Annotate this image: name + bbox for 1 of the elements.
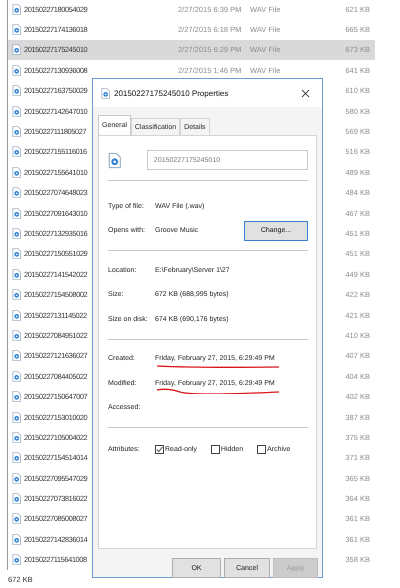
window-title: 20150227175245010 Properties (114, 88, 230, 98)
